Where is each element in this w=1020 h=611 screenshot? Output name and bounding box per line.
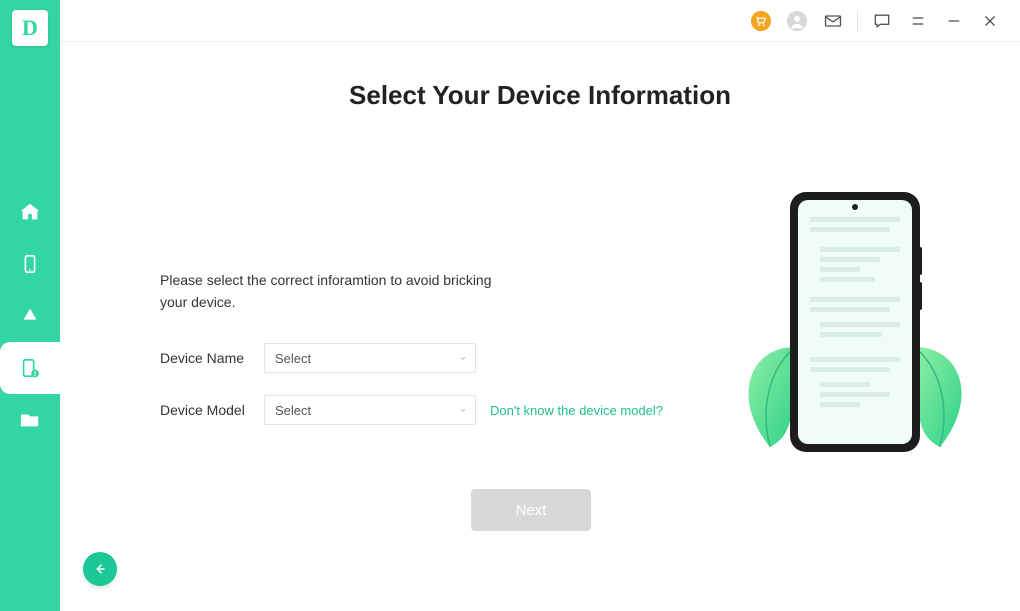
phone-icon	[19, 253, 41, 275]
page-title: Select Your Device Information	[60, 80, 1020, 111]
device-name-select[interactable]: Select	[264, 343, 476, 373]
folder-icon	[19, 409, 41, 431]
device-form: Please select the correct inforamtion to…	[160, 270, 680, 447]
mail-icon	[823, 11, 843, 31]
device-model-select[interactable]: Select	[264, 395, 476, 425]
device-model-value: Select	[275, 403, 311, 418]
sidebar-item-phone[interactable]	[0, 238, 60, 290]
minimize-icon	[945, 12, 963, 30]
app-logo: D	[12, 10, 48, 46]
menu-icon	[909, 12, 927, 30]
chevron-down-icon	[459, 406, 467, 414]
chevron-down-icon	[459, 354, 467, 362]
chat-icon	[872, 11, 892, 31]
device-illustration	[740, 187, 970, 467]
device-model-row: Device Model Select Don't know the devic…	[160, 395, 680, 425]
mail-button[interactable]	[821, 9, 845, 33]
cart-button[interactable]	[749, 9, 773, 33]
home-icon	[19, 201, 41, 223]
next-button-label: Next	[516, 502, 547, 519]
sidebar-item-folder[interactable]	[0, 394, 60, 446]
titlebar	[60, 0, 1020, 42]
user-icon	[786, 10, 808, 32]
sidebar-nav	[0, 186, 60, 446]
sidebar-item-home[interactable]	[0, 186, 60, 238]
close-button[interactable]	[978, 9, 1002, 33]
device-name-label: Device Name	[160, 350, 250, 366]
device-name-row: Device Name Select	[160, 343, 680, 373]
phone-alert-icon	[19, 357, 41, 379]
menu-button[interactable]	[906, 9, 930, 33]
next-button[interactable]: Next	[471, 489, 591, 531]
form-hint: Please select the correct inforamtion to…	[160, 270, 500, 313]
cloud-icon	[19, 305, 41, 327]
cart-icon	[750, 10, 772, 32]
minimize-button[interactable]	[942, 9, 966, 33]
close-icon	[981, 12, 999, 30]
sidebar-item-phone-alert[interactable]	[0, 342, 60, 394]
device-name-value: Select	[275, 351, 311, 366]
model-help-link[interactable]: Don't know the device model?	[490, 403, 663, 418]
sidebar-item-cloud[interactable]	[0, 290, 60, 342]
app-logo-letter: D	[22, 15, 38, 41]
feedback-button[interactable]	[870, 9, 894, 33]
sidebar: D	[0, 0, 60, 611]
device-model-label: Device Model	[160, 402, 250, 418]
user-button[interactable]	[785, 9, 809, 33]
main-content: Select Your Device Information Please se…	[60, 42, 1020, 611]
titlebar-separator	[857, 11, 858, 31]
